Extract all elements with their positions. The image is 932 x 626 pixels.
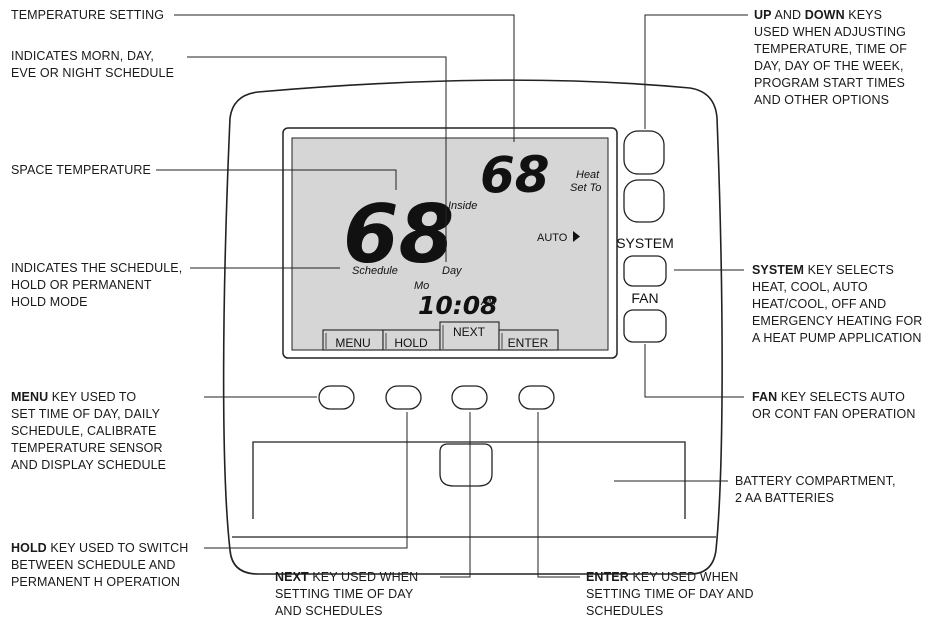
schedule-indicator: Schedule	[352, 265, 398, 277]
label-system-key: SYSTEM KEY SELECTS HEAT, COOL, AUTO HEAT…	[752, 263, 923, 345]
auto-indicator: AUTO	[537, 232, 568, 244]
menu-key[interactable]	[318, 385, 355, 410]
system-key-label: SYSTEM	[616, 235, 674, 251]
heat-indicator: Heat	[576, 169, 600, 181]
label-menu-key: MENU KEY USED TO SET TIME OF DAY, DAILY …	[11, 390, 167, 472]
down-key[interactable]	[623, 179, 665, 223]
fan-key-label: FAN	[631, 290, 658, 306]
up-key[interactable]	[623, 130, 665, 175]
label-schedule-mode: INDICATES THE SCHEDULE, HOLD OR PERMANEN…	[11, 261, 183, 309]
day-indicator: Day	[442, 265, 463, 277]
hold-key[interactable]	[385, 385, 422, 410]
softkey-enter-label: ENTER	[508, 336, 549, 350]
label-space-temperature: SPACE TEMPERATURE	[11, 163, 151, 177]
next-key[interactable]	[451, 385, 488, 410]
label-fan-key: FAN KEY SELECTS AUTO OR CONT FAN OPERATI…	[752, 390, 916, 421]
set-to-indicator: Set To	[570, 182, 601, 194]
thermostat-diagram: 68 Heat Set To 68 Inside AUTO Schedule D…	[0, 0, 932, 626]
system-key[interactable]	[623, 255, 667, 287]
label-next-key: NEXT KEY USED WHEN SETTING TIME OF DAY A…	[275, 570, 419, 618]
label-up-down-keys: UP AND DOWN KEYS USED WHEN ADJUSTING TEM…	[754, 8, 907, 107]
label-hold-key: HOLD KEY USED TO SWITCH BETWEEN SCHEDULE…	[11, 541, 189, 589]
label-temperature-setting: TEMPERATURE SETTING	[11, 8, 165, 22]
battery-door-tab[interactable]	[439, 443, 493, 487]
label-enter-key: ENTER KEY USED WHEN SETTING TIME OF DAY …	[586, 570, 754, 618]
fan-key[interactable]	[623, 309, 667, 343]
ampm-indicator: AM	[480, 297, 497, 308]
enter-key[interactable]	[518, 385, 555, 410]
label-morn-day-schedule: INDICATES MORN, DAY, EVE OR NIGHT SCHEDU…	[11, 49, 175, 80]
inside-indicator: Inside	[448, 200, 477, 212]
set-temp-readout: 68	[480, 146, 550, 204]
softkey-hold-label: HOLD	[394, 336, 428, 350]
softkey-next-label: NEXT	[453, 325, 486, 339]
softkey-menu-label: MENU	[335, 336, 370, 350]
label-battery-compartment: BATTERY COMPARTMENT, 2 AA BATTERIES	[735, 474, 896, 505]
